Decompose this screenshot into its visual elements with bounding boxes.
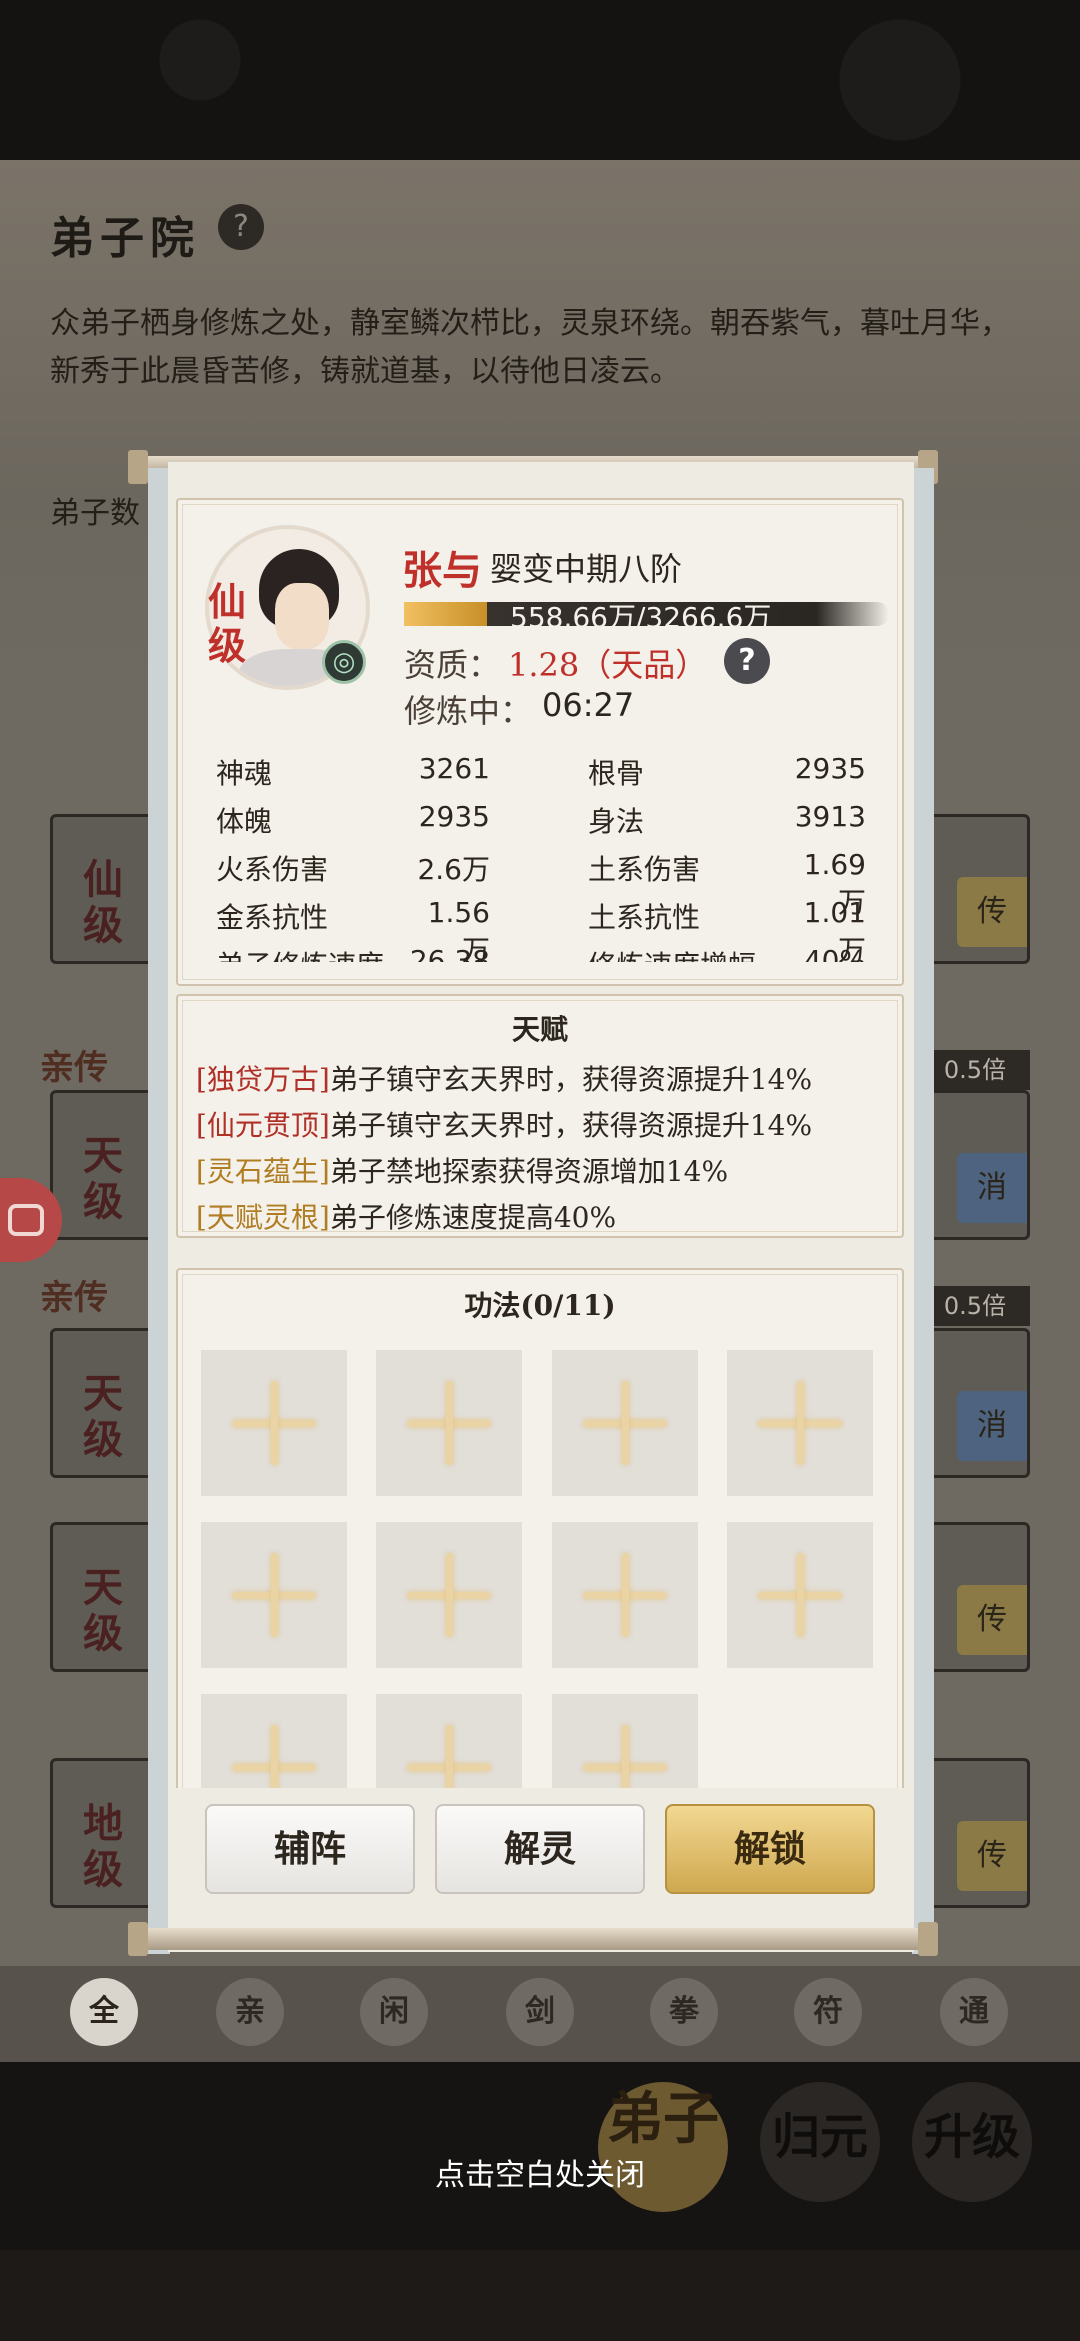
stat-name: 火系伤害 [216,853,329,886]
filter-tab-talisman[interactable]: 符 [794,1978,862,2046]
stat-name: 金系抗性 [216,901,329,934]
assist-formation-button[interactable]: 辅阵 [205,1804,415,1894]
talent-text: 弟子修炼速度提高40% [329,1201,617,1234]
scroll-bottom-rod [128,1928,938,1950]
skill-slot[interactable] [552,1350,698,1496]
multiplier-badge: 0.5倍 [920,1286,1030,1326]
stat-name: 神魂 [216,757,273,790]
talent-item: [独贷万古]弟子镇守玄天界时，获得资源提升14% [196,1058,812,1098]
filter-tab-general[interactable]: 通 [940,1978,1008,2046]
question-icon[interactable]: ? [218,204,264,250]
stat-row: 金系抗性 1.56万 土系抗性 1.01万 [210,896,870,962]
wind-swirl-icon: ◎ [322,640,366,684]
filter-tab-fist[interactable]: 拳 [650,1978,718,2046]
filter-tab-all[interactable]: 全 [70,1978,138,2046]
card-tag: 亲传 [40,1048,108,1088]
multiplier-badge: 0.5倍 [920,1050,1030,1090]
cultivating-label: 修炼中： [404,692,533,730]
talents-title: 天赋 [511,1013,568,1046]
talent-item: [灵石蕴生]弟子禁地探索获得资源增加14% [196,1150,728,1190]
skill-slot[interactable] [727,1350,873,1496]
skill-slot[interactable] [201,1350,347,1496]
disciple-count-label: 弟子数 [50,496,140,531]
card-action-button[interactable]: 消 [957,1153,1027,1223]
stat-name: 修炼速度增幅 [588,944,756,962]
plus-icon [622,1553,629,1637]
talent-item: [天赋灵根]弟子修炼速度提高40% [196,1196,616,1236]
release-spirit-button[interactable]: 解灵 [435,1804,645,1894]
exp-progress-fill [404,602,487,626]
stat-value: 2935 [418,800,490,833]
talent-tag: [仙元贯顶] [196,1109,330,1142]
talent-text: 弟子禁地探索获得资源增加14% [329,1155,729,1188]
plus-icon [271,1553,278,1637]
plus-icon [797,1553,804,1637]
page-title: 弟子院 [50,213,200,264]
card-action-button[interactable]: 传 [957,1821,1027,1891]
filter-tab-idle[interactable]: 闲 [360,1978,428,2046]
avatar-rank-label: 仙 级 [208,579,247,668]
scroll-edge-right [912,468,934,1954]
stat-value: 3261 [418,752,490,785]
card-tag: 亲传 [40,1278,108,1318]
stat-value: 2935 [794,752,866,785]
skill-slot[interactable] [727,1522,873,1668]
bottom-decor-band [0,2250,1080,2341]
rod-end [918,1922,938,1956]
talent-tag: [天赋灵根] [196,1201,330,1234]
stat-row: 体魄 2935 身法 3913 [210,800,870,848]
stat-name: 根骨 [588,757,645,790]
plus-icon [446,1381,453,1465]
stat-name: 土系抗性 [588,901,701,934]
stat-row: 弟子修炼速度 26.38万 修炼速度增幅 40% [210,944,870,962]
card-action-button[interactable]: 传 [957,1585,1027,1655]
filter-tab-sword[interactable]: 剑 [506,1978,574,2046]
skill-slot[interactable] [552,1522,698,1668]
stat-name: 体魄 [216,805,273,838]
stats-list[interactable]: 神魂 3261 根骨 2935 体魄 2935 身法 3913 火系伤害 2.6… [210,752,870,962]
stat-row: 神魂 3261 根骨 2935 [210,752,870,800]
cultivating-timer: 06:27 [542,686,635,724]
scroll-edge-left [148,468,170,1954]
filter-tab-direct[interactable]: 亲 [216,1978,284,2046]
skill-slot[interactable] [376,1350,522,1496]
plus-icon [271,1381,278,1465]
skills-title: 功法(0/11) [464,1289,616,1322]
cultivation-stage: 婴变中期八阶 [490,550,683,588]
stat-name: 身法 [588,805,645,838]
stat-value: 26.38万 [409,944,490,962]
top-decor-band [0,0,1080,160]
stat-value: 3913 [794,800,866,833]
skill-slot[interactable] [201,1522,347,1668]
stat-name: 土系伤害 [588,853,701,886]
stat-name: 弟子修炼速度 [216,944,384,962]
page-description: 众弟子栖身修炼之处，静室鳞次栉比，灵泉环绕。朝吞紫气，暮吐月华，新秀于此晨昏苦修… [50,306,1010,389]
stat-value: 2.6万 [417,853,490,886]
talent-text: 弟子镇守玄天界时，获得资源提升14% [329,1109,813,1142]
card-action-button[interactable]: 传 [957,877,1027,947]
avatar-face [275,583,329,649]
disciple-name: 张与 [402,547,482,594]
plus-icon [622,1381,629,1465]
aptitude-label: 资质： [404,646,501,684]
skill-slot[interactable] [376,1522,522,1668]
stat-row: 火系伤害 2.6万 土系伤害 1.69万 [210,848,870,919]
talent-text: 弟子镇守玄天界时，获得资源提升14% [329,1063,813,1096]
stat-value: 40% [803,944,866,962]
talent-tag: [独贷万古] [196,1063,330,1096]
aptitude-value: 1.28（天品） [508,646,708,684]
gamepad-icon [8,1204,44,1236]
talent-item: [仙元贯顶]弟子镇守玄天界时，获得资源提升14% [196,1104,812,1144]
question-icon[interactable]: ? [724,638,770,684]
exp-text: 558.66万/3266.6万 [510,601,772,634]
plus-icon [797,1381,804,1465]
talent-tag: [灵石蕴生] [196,1155,330,1188]
plus-icon [446,1553,453,1637]
unlock-button[interactable]: 解锁 [665,1804,875,1894]
close-hint[interactable]: 点击空白处关闭 [0,2150,1080,2194]
rod-end [128,450,148,484]
rod-end [128,1922,148,1956]
card-action-button[interactable]: 消 [957,1391,1027,1461]
filter-tab-bar: 全 亲 闲 剑 拳 符 通 [0,1966,1080,2062]
